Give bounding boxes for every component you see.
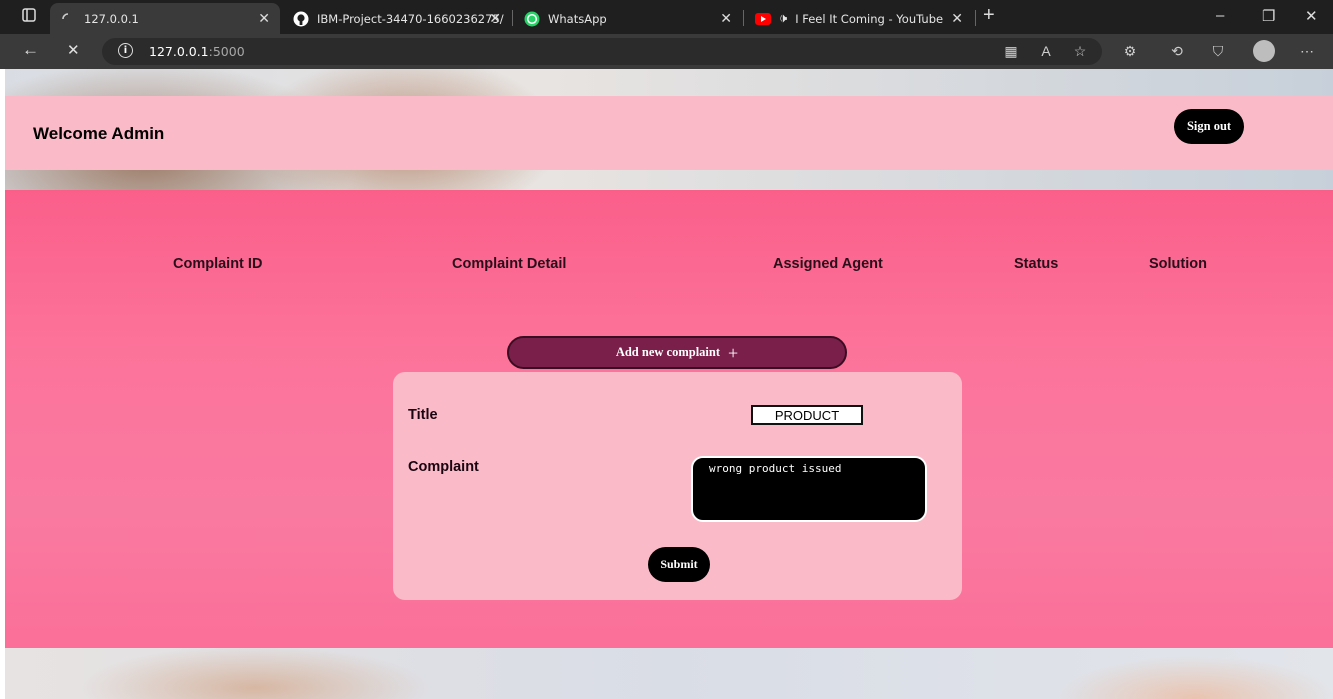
column-header-solution: Solution bbox=[1149, 256, 1207, 272]
close-icon[interactable]: ✕ bbox=[720, 11, 732, 27]
restore-icon[interactable]: ❐ bbox=[1262, 7, 1275, 25]
tab-title: IBM-Project-34470-1660236275/ bbox=[317, 11, 504, 26]
close-icon[interactable]: ✕ bbox=[489, 11, 501, 27]
more-options-icon[interactable]: ⋯ bbox=[1298, 42, 1316, 60]
welcome-text: Welcome Admin bbox=[33, 124, 165, 143]
submit-button[interactable]: Submit bbox=[648, 547, 710, 582]
complaints-panel: Complaint ID Complaint Detail Assigned A… bbox=[5, 190, 1333, 648]
url-port: :5000 bbox=[208, 44, 245, 59]
history-icon[interactable]: ⟲ bbox=[1168, 42, 1186, 60]
app-header: Welcome Admin Sign out bbox=[5, 96, 1333, 170]
column-header-complaint-id: Complaint ID bbox=[173, 256, 263, 272]
tab-actions-icon[interactable] bbox=[22, 8, 36, 26]
favorite-add-icon[interactable]: ☆ bbox=[1071, 42, 1089, 60]
tab-github[interactable]: IBM-Project-34470-1660236275/ ✕ bbox=[283, 3, 511, 34]
whatsapp-icon bbox=[524, 11, 540, 27]
title-input[interactable] bbox=[751, 405, 863, 425]
close-icon[interactable]: ✕ bbox=[258, 11, 270, 27]
new-tab-icon[interactable]: + bbox=[983, 4, 995, 27]
tab-title: I Feel It Coming - YouTube bbox=[795, 11, 944, 26]
loading-spinner-icon bbox=[60, 11, 76, 27]
window-close-icon[interactable]: ✕ bbox=[1305, 7, 1318, 25]
complaint-label: Complaint bbox=[408, 459, 479, 475]
title-label: Title bbox=[408, 407, 438, 423]
complaint-textarea[interactable]: wrong product issued bbox=[691, 456, 927, 522]
profile-avatar[interactable] bbox=[1253, 40, 1275, 62]
browser-address-bar: ← ✕ i 127.0.0.1:5000 ▦ A ☆ ⚙ ⟲ ⛉ ⋯ bbox=[0, 34, 1333, 69]
extensions-icon[interactable]: ⚙ bbox=[1121, 42, 1139, 60]
speaker-icon[interactable]: 🕩 bbox=[779, 11, 787, 26]
column-header-assigned-agent: Assigned Agent bbox=[773, 256, 883, 272]
back-icon[interactable]: ← bbox=[22, 40, 39, 60]
info-icon[interactable]: i bbox=[118, 43, 133, 58]
page: Welcome Admin Sign out Complaint ID Comp… bbox=[5, 69, 1333, 699]
tab-separator bbox=[512, 10, 513, 26]
column-header-complaint-detail: Complaint Detail bbox=[452, 256, 567, 272]
add-button-label: Add new complaint bbox=[615, 345, 721, 359]
github-icon bbox=[293, 11, 309, 27]
stop-loading-icon[interactable]: ✕ bbox=[67, 41, 80, 59]
url-field[interactable]: i 127.0.0.1:5000 bbox=[102, 38, 1102, 65]
url-host: 127.0.0.1 bbox=[149, 44, 209, 59]
read-aloud-icon[interactable]: A bbox=[1037, 42, 1055, 60]
tab-separator bbox=[743, 10, 744, 26]
tab-youtube[interactable]: 🕩 I Feel It Coming - YouTube ✕ bbox=[745, 3, 973, 34]
tab-title: 127.0.0.1 bbox=[84, 11, 139, 26]
youtube-icon bbox=[755, 11, 771, 27]
new-complaint-form: Title Complaint wrong product issued Sub… bbox=[393, 372, 962, 600]
apps-icon[interactable]: ▦ bbox=[1002, 42, 1020, 60]
close-icon[interactable]: ✕ bbox=[951, 11, 963, 27]
sign-out-button[interactable]: Sign out bbox=[1174, 109, 1244, 144]
tab-whatsapp[interactable]: WhatsApp ✕ bbox=[514, 3, 742, 34]
tab-title: WhatsApp bbox=[548, 11, 607, 26]
minimize-icon[interactable]: – bbox=[1216, 7, 1224, 24]
browser-essentials-icon[interactable]: ⛉ bbox=[1209, 42, 1227, 60]
column-header-status: Status bbox=[1014, 256, 1059, 272]
tab-separator bbox=[975, 10, 976, 26]
tab-local[interactable]: 127.0.0.1 ✕ bbox=[50, 3, 280, 34]
plus-icon: + bbox=[728, 342, 739, 363]
background-photo bbox=[5, 648, 1333, 699]
browser-tab-bar: 127.0.0.1 ✕ IBM-Project-34470-1660236275… bbox=[0, 0, 1333, 34]
add-new-complaint-button[interactable]: Add new complaint + bbox=[507, 336, 847, 369]
